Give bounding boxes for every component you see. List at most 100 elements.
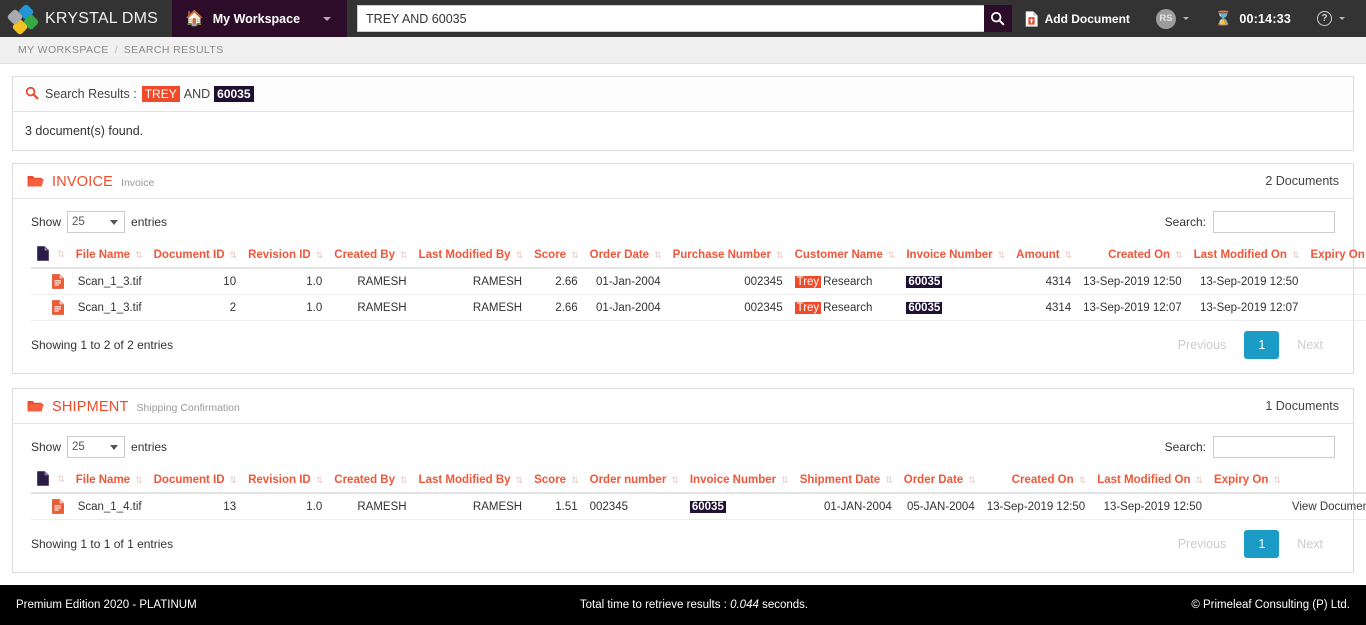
column-created-on[interactable]: Created On⇅ bbox=[1077, 241, 1187, 268]
breadcrumb-item-my-workspace[interactable]: MY WORKSPACE bbox=[18, 44, 109, 56]
group-document-count: 1 Documents bbox=[1265, 399, 1339, 413]
sort-icon[interactable]: ⇅ bbox=[230, 475, 237, 485]
column-order-number[interactable]: Order number⇅ bbox=[584, 466, 684, 493]
column-expiry-on[interactable]: Expiry On⇅ bbox=[1304, 241, 1366, 268]
sort-icon[interactable]: ⇅ bbox=[885, 475, 892, 485]
column-invoice-number[interactable]: Invoice Number⇅ bbox=[900, 241, 1010, 268]
nav-my-workspace[interactable]: 🏠 My Workspace bbox=[172, 0, 347, 37]
cell-file-name[interactable]: Scan_1_3.tif bbox=[70, 295, 148, 321]
search-input[interactable] bbox=[357, 5, 984, 32]
sort-icon[interactable]: ⇅ bbox=[671, 475, 678, 485]
chevron-down-icon[interactable] bbox=[1183, 17, 1189, 20]
page-length-select[interactable]: 10 25 50 100 bbox=[67, 211, 125, 233]
sort-icon[interactable]: ⇅ bbox=[230, 250, 237, 260]
sort-icon[interactable]: ⇅ bbox=[1079, 475, 1086, 485]
sort-icon[interactable]: ⇅ bbox=[516, 250, 523, 260]
sort-icon[interactable]: ⇅ bbox=[1065, 250, 1072, 260]
user-account-menu[interactable]: RS bbox=[1143, 0, 1202, 37]
sort-icon[interactable]: ⇅ bbox=[1292, 250, 1299, 260]
sort-icon[interactable]: ⇅ bbox=[400, 475, 407, 485]
sort-icon[interactable]: ⇅ bbox=[1273, 475, 1280, 485]
sort-icon[interactable]: ⇅ bbox=[571, 250, 578, 260]
breadcrumb-separator: / bbox=[115, 44, 118, 56]
column-order-date[interactable]: Order Date⇅ bbox=[898, 466, 981, 493]
sort-icon[interactable]: ⇅ bbox=[400, 250, 407, 260]
sort-icon[interactable]: ⇅ bbox=[571, 475, 578, 485]
group-header-shipment: SHIPMENT Shipping Confirmation 1 Documen… bbox=[13, 389, 1353, 424]
pagination-page-1[interactable]: 1 bbox=[1244, 331, 1279, 359]
column-order-date[interactable]: Order Date⇅ bbox=[584, 241, 667, 268]
table-search-input[interactable] bbox=[1213, 436, 1335, 458]
column-document-id[interactable]: Document ID⇅ bbox=[148, 466, 242, 493]
customer-name-rest: Research bbox=[823, 276, 872, 288]
top-navigation-bar: KRYSTAL DMS 🏠 My Workspace Add bbox=[0, 0, 1366, 37]
chevron-down-icon[interactable] bbox=[323, 17, 331, 21]
column-type-icon[interactable]: ⇅ bbox=[31, 466, 70, 493]
brand-logo-area[interactable]: KRYSTAL DMS bbox=[0, 0, 172, 37]
column-last-modified-on[interactable]: Last Modified On⇅ bbox=[1188, 241, 1305, 268]
chevron-down-icon[interactable] bbox=[1339, 17, 1345, 20]
sort-icon[interactable]: ⇅ bbox=[316, 475, 323, 485]
pagination-previous[interactable]: Previous bbox=[1166, 531, 1239, 557]
sort-icon[interactable]: ⇅ bbox=[316, 250, 323, 260]
pagination-page-1[interactable]: 1 bbox=[1244, 530, 1279, 558]
sort-icon[interactable]: ⇅ bbox=[888, 250, 895, 260]
cell-revision-id: 1.0 bbox=[242, 268, 328, 295]
show-label: Show bbox=[31, 440, 61, 454]
group-title: INVOICE bbox=[52, 174, 113, 190]
table-row[interactable]: Scan_1_3.tif 2 1.0 RAMESH RAMESH 2.66 01… bbox=[31, 295, 1366, 321]
table-row[interactable]: Scan_1_4.tif 13 1.0 RAMESH RAMESH 1.51 0… bbox=[31, 493, 1366, 520]
column-type-icon[interactable]: ⇅ bbox=[31, 241, 70, 268]
sort-icon[interactable]: ⇅ bbox=[135, 475, 142, 485]
table-row[interactable]: Scan_1_3.tif 10 1.0 RAMESH RAMESH 2.66 0… bbox=[31, 268, 1366, 295]
column-document-id[interactable]: Document ID⇅ bbox=[148, 241, 242, 268]
sort-icon[interactable]: ⇅ bbox=[776, 250, 783, 260]
column-created-by[interactable]: Created By⇅ bbox=[328, 241, 412, 268]
search-button[interactable] bbox=[984, 5, 1012, 32]
pagination-next[interactable]: Next bbox=[1285, 531, 1335, 557]
column-expiry-on[interactable]: Expiry On⇅ bbox=[1208, 466, 1286, 493]
column-file-name[interactable]: File Name⇅ bbox=[70, 466, 148, 493]
column-last-modified-on[interactable]: Last Modified On⇅ bbox=[1091, 466, 1208, 493]
sort-icon[interactable]: ⇅ bbox=[654, 250, 661, 260]
group-subtitle: Shipping Confirmation bbox=[137, 402, 240, 414]
cell-document-id: 2 bbox=[148, 295, 242, 321]
column-action[interactable]: ↑ bbox=[1286, 466, 1366, 493]
sort-icon[interactable]: ⇅ bbox=[968, 475, 975, 485]
sort-icon[interactable]: ⇅ bbox=[781, 475, 788, 485]
sort-icon[interactable]: ⇅ bbox=[1175, 250, 1182, 260]
column-created-by[interactable]: Created By⇅ bbox=[328, 466, 412, 493]
column-score[interactable]: Score⇅ bbox=[528, 241, 584, 268]
sort-icon[interactable]: ⇅ bbox=[57, 249, 64, 259]
pagination-previous[interactable]: Previous bbox=[1166, 332, 1239, 358]
add-document-button[interactable]: Add Document bbox=[1012, 0, 1143, 37]
table-search-input[interactable] bbox=[1213, 211, 1335, 233]
column-created-on[interactable]: Created On⇅ bbox=[981, 466, 1091, 493]
column-last-modified-by[interactable]: Last Modified By⇅ bbox=[413, 466, 529, 493]
sort-icon[interactable]: ⇅ bbox=[998, 250, 1005, 260]
column-amount[interactable]: Amount⇅ bbox=[1010, 241, 1077, 268]
column-last-modified-by[interactable]: Last Modified By⇅ bbox=[413, 241, 529, 268]
column-revision-id[interactable]: Revision ID ⇅ bbox=[242, 466, 328, 493]
cell-file-name[interactable]: Scan_1_3.tif bbox=[70, 268, 148, 295]
column-label: Revision ID bbox=[248, 474, 311, 486]
column-revision-id[interactable]: Revision ID⇅ bbox=[242, 241, 328, 268]
column-customer-name[interactable]: Customer Name⇅ bbox=[789, 241, 901, 268]
sort-icon[interactable]: ⇅ bbox=[516, 475, 523, 485]
sort-icon[interactable]: ⇅ bbox=[57, 474, 64, 484]
page-length-select[interactable]: 10 25 50 100 bbox=[67, 436, 125, 458]
pagination-next[interactable]: Next bbox=[1285, 332, 1335, 358]
sort-icon[interactable]: ⇅ bbox=[135, 250, 142, 260]
column-invoice-number[interactable]: Invoice Number⇅ bbox=[684, 466, 794, 493]
sort-icon[interactable]: ⇅ bbox=[1195, 475, 1202, 485]
view-document-link[interactable]: View Document bbox=[1292, 501, 1366, 513]
brand-name: KRYSTAL DMS bbox=[45, 10, 158, 28]
column-shipment-date[interactable]: Shipment Date⇅ bbox=[794, 466, 898, 493]
search-term-1: TREY bbox=[142, 86, 180, 102]
column-purchase-number[interactable]: Purchase Number⇅ bbox=[667, 241, 789, 268]
column-file-name[interactable]: File Name⇅ bbox=[70, 241, 148, 268]
row-file-type-icon bbox=[31, 493, 70, 520]
help-menu[interactable]: ? bbox=[1304, 0, 1358, 37]
column-score[interactable]: Score⇅ bbox=[528, 466, 584, 493]
cell-file-name[interactable]: Scan_1_4.tif bbox=[70, 493, 148, 520]
